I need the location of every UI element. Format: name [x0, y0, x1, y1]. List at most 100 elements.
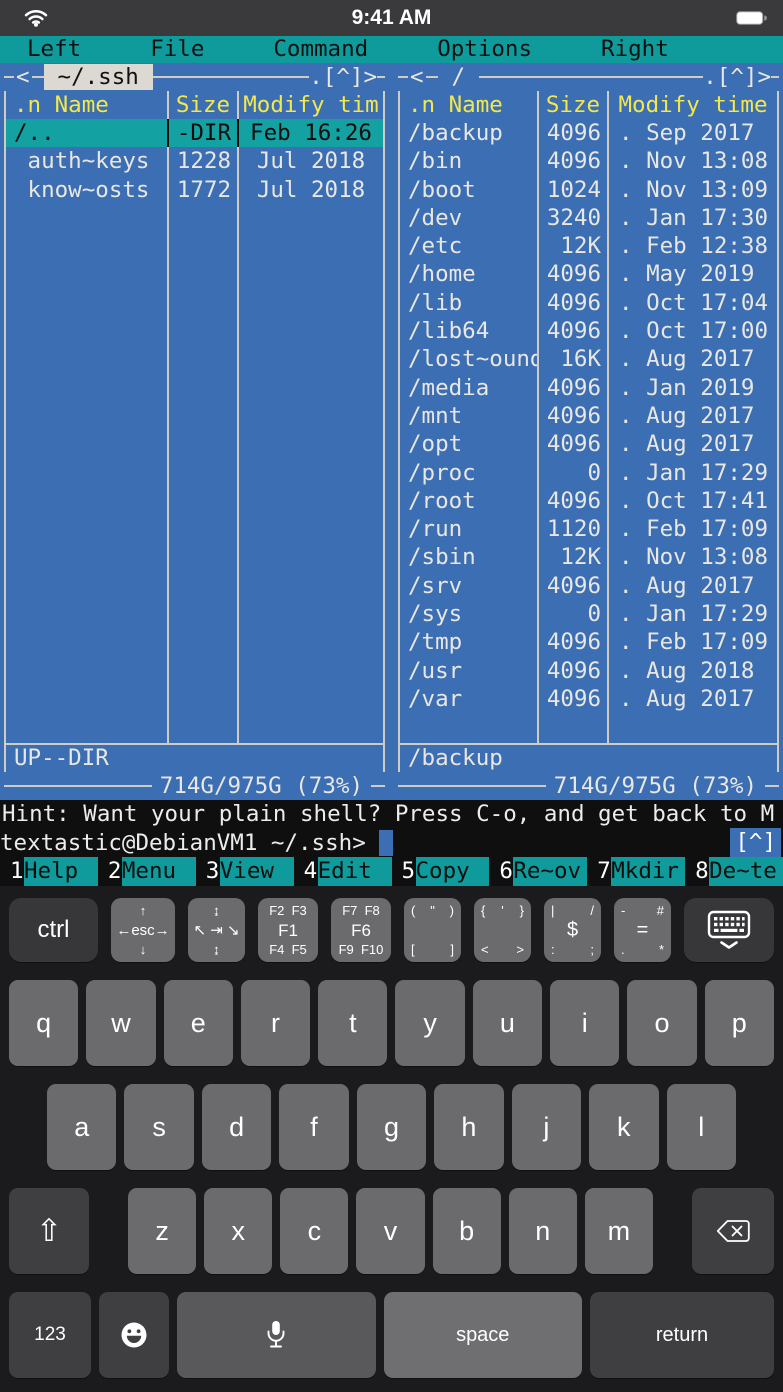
key-s[interactable]: s	[124, 1084, 194, 1170]
key-g[interactable]: g	[356, 1084, 427, 1170]
space-key[interactable]: space	[383, 1292, 582, 1378]
key-q[interactable]: q	[9, 980, 79, 1066]
ctrl-key[interactable]: ctrl	[9, 898, 98, 962]
key-f[interactable]: f	[279, 1084, 349, 1170]
command-line[interactable]: textastic@DebianVM1 ~/.ssh> [^]	[0, 828, 783, 857]
key-y[interactable]: y	[395, 980, 465, 1066]
file-row[interactable]: /media 4096. Jan 2019	[400, 373, 777, 402]
menu-item-left[interactable]: Left	[27, 36, 81, 63]
file-row[interactable]: /srv 4096. Aug 2017	[400, 571, 777, 601]
fkey-menu[interactable]: 2 Menu	[98, 857, 196, 886]
key-h[interactable]: h	[434, 1084, 504, 1170]
dictation-key[interactable]	[177, 1292, 376, 1378]
key-l[interactable]: l	[666, 1084, 736, 1170]
file-row[interactable]: auth~keys 1228 Jul 2018	[6, 147, 383, 176]
column-header-modify-time[interactable]: Modify tim	[237, 91, 383, 119]
file-row[interactable]: /dev 3240. Jan 17:30	[400, 203, 777, 233]
key-o[interactable]: o	[627, 980, 697, 1066]
menu-item-right[interactable]: Right	[601, 36, 669, 63]
key-u[interactable]: u	[472, 980, 543, 1066]
emoji-key[interactable]	[99, 1292, 169, 1378]
key-c[interactable]: c	[280, 1188, 349, 1274]
key-m[interactable]: m	[584, 1188, 653, 1274]
file-row[interactable]: /root 4096. Oct 17:41	[400, 486, 777, 516]
key-e[interactable]: e	[163, 980, 233, 1066]
file-row[interactable]: /bin 4096. Nov 13:08	[400, 147, 777, 176]
key-x[interactable]: x	[204, 1188, 273, 1274]
file-row[interactable]: /var 4096. Aug 2017	[400, 684, 777, 714]
pipe-slash-dollar-key[interactable]: | / $:;	[544, 898, 601, 962]
file-row[interactable]: /usr 4096. Aug 2018	[400, 656, 777, 685]
dash-hash-equals-key[interactable]: - # =. *	[614, 898, 671, 962]
file-row[interactable]: /tmp 4096. Feb 17:09	[400, 628, 777, 657]
key-r[interactable]: r	[240, 980, 311, 1066]
file-date: . Aug 2017	[607, 571, 777, 601]
key-a[interactable]: a	[47, 1084, 117, 1170]
fkey-dete[interactable]: 8 De~te	[685, 857, 783, 886]
brace-quote-angle-key[interactable]: {'} < >	[474, 898, 531, 962]
fkey-mkdir[interactable]: 7 Mkdir	[587, 857, 686, 886]
fkey-view[interactable]: 3 View	[196, 857, 294, 886]
numbers-key[interactable]: 123	[9, 1292, 91, 1378]
key-k[interactable]: k	[589, 1084, 659, 1170]
fkeys-6-10-key[interactable]: F7 F8 F6 F9 F10	[331, 898, 391, 962]
key-w[interactable]: w	[86, 980, 156, 1066]
file-row[interactable]: /home 4096. May 2019	[400, 260, 777, 289]
shift-key[interactable]: ⇧	[9, 1188, 89, 1274]
nav-home-tab-end-key[interactable]: ↨ ↖ ⇥ ↘ ↨	[188, 898, 245, 962]
column-header-name[interactable]: .n Name	[6, 91, 167, 119]
file-row[interactable]: /mnt 4096. Aug 2017	[400, 401, 777, 431]
file-row[interactable]: know~osts 1772 Jul 2018	[6, 175, 383, 204]
file-row[interactable]: /run 1120. Feb 17:09	[400, 515, 777, 544]
return-key[interactable]: return	[590, 1292, 774, 1378]
file-row[interactable]: /boot 1024. Nov 13:09	[400, 175, 777, 204]
menu-item-command[interactable]: Command	[273, 36, 368, 63]
paren-doublequote-bracket-key[interactable]: (") []	[404, 898, 461, 962]
file-row[interactable]: /sbin 12K. Nov 13:08	[400, 543, 777, 572]
file-row[interactable]: /lib 4096. Oct 17:04	[400, 288, 777, 318]
column-header-size[interactable]: Size	[167, 91, 237, 119]
column-header-size[interactable]: Size	[537, 91, 607, 119]
file-row[interactable]: /backup 4096. Sep 2017	[400, 119, 777, 148]
fkeys-1-5-key[interactable]: F2 F3 F1 F4 F5	[258, 898, 318, 962]
key-p[interactable]: p	[704, 980, 774, 1066]
panel-history-arrow[interactable]: <	[14, 63, 32, 91]
file-row[interactable]: /proc 0. Jan 17:29	[400, 458, 777, 487]
file-row[interactable]: /lib64 4096. Oct 17:00	[400, 317, 777, 346]
file-row[interactable]: /opt 4096. Aug 2017	[400, 430, 777, 459]
column-header-modify-time[interactable]: Modify time	[607, 91, 777, 119]
key-j[interactable]: j	[511, 1084, 582, 1170]
key-d[interactable]: d	[201, 1084, 272, 1170]
dismiss-keyboard-key[interactable]	[684, 898, 774, 962]
key-v[interactable]: v	[356, 1188, 425, 1274]
right-panel-path[interactable]: /	[438, 64, 480, 90]
panel-history-arrow[interactable]: <	[408, 63, 426, 91]
panel-scroll-indicator[interactable]: .[^]>	[309, 63, 377, 91]
right-panel-file-list: /backup 4096. Sep 2017/bin 4096. Nov 13:08…	[400, 119, 777, 743]
fkey-copy[interactable]: 5 Copy	[392, 857, 490, 886]
key-top-label: - #	[621, 903, 664, 918]
menu-item-options[interactable]: Options	[437, 36, 532, 63]
fkey-reov[interactable]: 6 Re~ov	[489, 857, 588, 886]
file-name: /bin	[408, 148, 463, 175]
key-t[interactable]: t	[318, 980, 388, 1066]
file-row-selected[interactable]: /.. -DIR Feb 16:26	[6, 119, 383, 148]
column-header-name[interactable]: .n Name	[400, 91, 537, 119]
file-row[interactable]: /sys 0. Jan 17:29	[400, 600, 777, 629]
file-date: . Feb 12:38	[607, 232, 777, 261]
file-row[interactable]: /etc 12K. Feb 12:38	[400, 232, 777, 261]
panel-scroll-indicator[interactable]: .[^]>	[703, 63, 771, 91]
fkey-edit[interactable]: 4 Edit	[294, 857, 392, 886]
file-row[interactable]: /lost~ound 16K. Aug 2017	[400, 345, 777, 374]
key-i[interactable]: i	[550, 980, 620, 1066]
key-n[interactable]: n	[508, 1188, 577, 1274]
backspace-key[interactable]	[691, 1188, 774, 1274]
menu-item-file[interactable]: File	[150, 36, 204, 63]
left-panel-frame: .n Name Size Modify tim /.. -DIR Feb 16:26 a…	[4, 91, 385, 772]
esc-arrows-key[interactable]: ↑ ←esc→ ↓	[111, 898, 175, 962]
left-panel-path[interactable]: ~/.ssh	[43, 64, 153, 90]
key-b[interactable]: b	[432, 1188, 501, 1274]
scroll-up-indicator[interactable]: [^]	[730, 828, 781, 857]
fkey-help[interactable]: 1 Help	[0, 857, 98, 886]
key-z[interactable]: z	[128, 1188, 197, 1274]
